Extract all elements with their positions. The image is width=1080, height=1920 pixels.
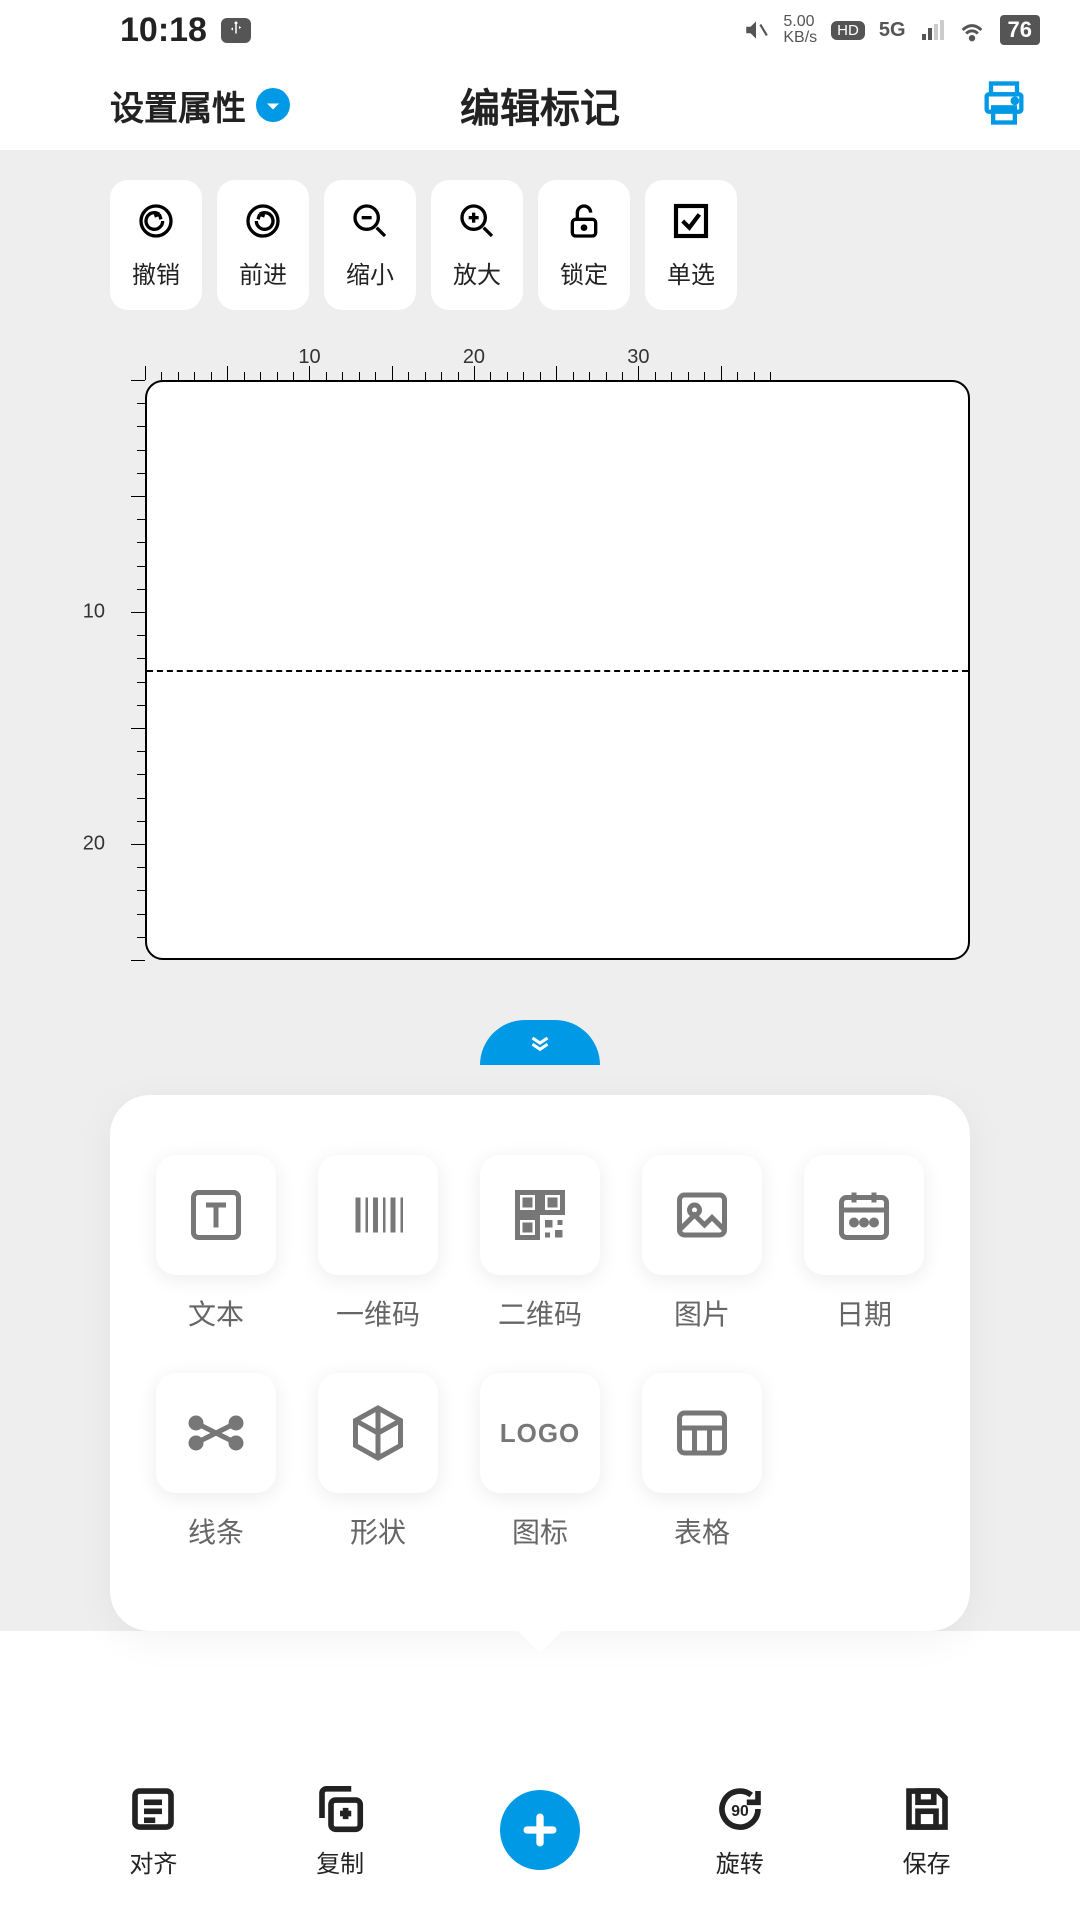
redo-button[interactable]: 前进 (217, 180, 309, 310)
zoom-in-button[interactable]: 放大 (431, 180, 523, 310)
label-canvas[interactable] (145, 380, 970, 960)
plus-icon (518, 1808, 562, 1852)
status-bar: 10:18 5.00KB/s HD 5G 76 (0, 0, 1080, 60)
undo-icon (136, 201, 176, 241)
text-icon (186, 1185, 246, 1245)
elements-panel: 文本 一维码 二维码 图片 日期 线条 (110, 1095, 970, 1631)
chevron-down-icon (256, 88, 290, 122)
zoom-in-icon (457, 201, 497, 241)
insert-image-button[interactable]: 图片 (631, 1155, 773, 1333)
ruler-vertical: 1020 (110, 380, 145, 960)
line-icon (186, 1403, 246, 1463)
save-button[interactable]: 保存 (900, 1782, 954, 1879)
logo-text-icon: LOGO (500, 1418, 581, 1449)
save-icon (900, 1782, 954, 1836)
table-icon (672, 1403, 732, 1463)
image-icon (672, 1185, 732, 1245)
chevron-down-double-icon (525, 1028, 555, 1058)
svg-text:90: 90 (731, 1802, 749, 1819)
copy-button[interactable]: 复制 (313, 1782, 367, 1879)
undo-button[interactable]: 撤销 (110, 180, 202, 310)
top-toolbar: 撤销 前进 缩小 放大 锁定 单选 (0, 180, 1080, 310)
redo-icon (243, 201, 283, 241)
calendar-icon (834, 1185, 894, 1245)
qrcode-icon (510, 1185, 570, 1245)
editor-area: 撤销 前进 缩小 放大 锁定 单选 102030 1020 (0, 150, 1080, 1631)
single-select-button[interactable]: 单选 (645, 180, 737, 310)
add-button[interactable] (500, 1790, 580, 1870)
page-title: 编辑标记 (460, 76, 620, 134)
zoom-out-icon (350, 201, 390, 241)
properties-button[interactable]: 设置属性 (110, 81, 290, 130)
insert-table-button[interactable]: 表格 (631, 1373, 773, 1551)
guide-line (147, 670, 968, 672)
lock-icon (564, 201, 604, 241)
check-icon (671, 201, 711, 241)
canvas-wrap: 102030 1020 (110, 350, 970, 960)
cube-icon (348, 1403, 408, 1463)
signal-icon (920, 18, 944, 42)
battery-level: 76 (1000, 15, 1040, 45)
wifi-icon (958, 16, 986, 44)
lock-button[interactable]: 锁定 (538, 180, 630, 310)
hd-badge: HD (831, 21, 865, 40)
mute-icon (743, 17, 769, 43)
net-speed: 5.00 (783, 13, 814, 30)
zoom-out-button[interactable]: 缩小 (324, 180, 416, 310)
insert-shape-button[interactable]: 形状 (307, 1373, 449, 1551)
align-icon (126, 1782, 180, 1836)
status-time: 10:18 (120, 11, 207, 50)
ruler-horizontal: 102030 (145, 350, 970, 380)
network-type: 5G (879, 19, 906, 42)
align-button[interactable]: 对齐 (126, 1782, 180, 1879)
insert-barcode-button[interactable]: 一维码 (307, 1155, 449, 1333)
insert-logo-button[interactable]: LOGO 图标 (469, 1373, 611, 1551)
insert-qrcode-button[interactable]: 二维码 (469, 1155, 611, 1333)
rotate-icon: 90 (713, 1782, 767, 1836)
print-button[interactable] (978, 77, 1030, 134)
insert-text-button[interactable]: 文本 (145, 1155, 287, 1333)
insert-date-button[interactable]: 日期 (793, 1155, 935, 1333)
insert-line-button[interactable]: 线条 (145, 1373, 287, 1551)
app-header: 设置属性 编辑标记 (0, 60, 1080, 150)
collapse-panel-button[interactable] (480, 1020, 600, 1065)
usb-icon (221, 18, 251, 43)
bottom-toolbar: 对齐 复制 90 旋转 保存 (0, 1760, 1080, 1920)
copy-icon (313, 1782, 367, 1836)
rotate-button[interactable]: 90 旋转 (713, 1782, 767, 1879)
barcode-icon (348, 1185, 408, 1245)
